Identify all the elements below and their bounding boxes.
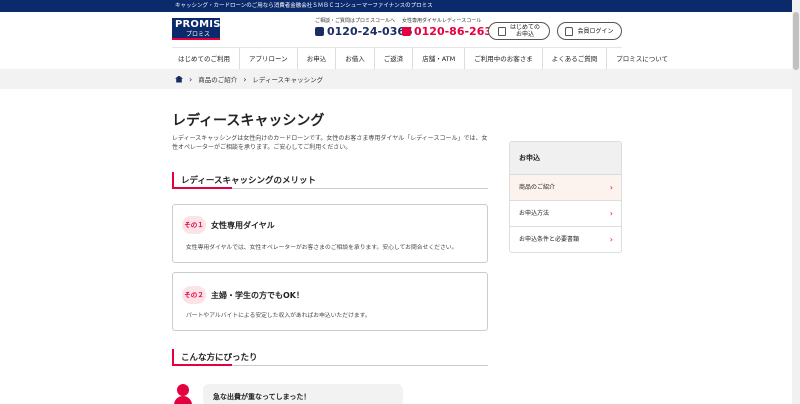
site-header: PROMISE プロミス ご相談・ご質問はプロミスコールへ 0120-24-03… [0,12,800,46]
nav-item-about[interactable]: プロミスについて [606,48,677,70]
avatar-body [174,396,192,404]
sidebar-item-conditions[interactable]: お申込条件と必要書類 › [510,226,621,252]
document-icon [497,26,506,36]
avatar-head [177,384,189,396]
nav-item-store-atm[interactable]: 店舗・ATM [412,48,464,70]
member-login-button[interactable]: 会員ログイン [557,22,622,40]
logo-underline [172,38,220,40]
heading-accent-bar [172,172,174,188]
logo-text-ja: プロミス [186,31,211,38]
section-title-merits: レディースキャッシングのメリット [181,176,316,186]
nav-item-faq[interactable]: よくあるご質問 [541,48,607,70]
sidebar-header: お申込 [510,142,621,174]
ladies-call-caption: 女性専用ダイヤルレディースコール [402,18,482,24]
merit-badge-1: その１ [182,216,206,234]
breadcrumb-item-current: レディースキャッシング [252,76,324,84]
promise-logo[interactable]: PROMISE プロミス [172,18,227,40]
nav-item-apply[interactable]: お申込 [296,48,336,70]
scrollbar-thumb[interactable] [793,12,799,70]
sidebar-item-products[interactable]: 商品のご紹介 › [510,174,621,200]
sidebar-item-label: 商品のご紹介 [519,184,556,191]
member-login-label: 会員ログイン [577,27,614,35]
logo-text-en: PROMISE [175,19,228,30]
chevron-right-icon: › [243,74,247,84]
merit-body-1: 女性専用ダイヤルでは、女性オペレーターがお客さまのご相談を承ります。安心してお問… [186,245,458,251]
section-heading-merits: レディースキャッシングのメリット [172,172,488,189]
first-apply-label: はじめての お申込 [509,24,540,38]
nav-item-current-users[interactable]: ご利用中のお客さま [464,48,542,70]
ladies-call-contact: 女性専用ダイヤルレディースコール 0120-86-2634 [402,18,500,38]
nav-item-borrow[interactable]: お借入 [335,48,374,70]
divider-accent [172,187,232,189]
sidebar-item-label: お申込方法 [519,210,550,217]
top-announcement-text: キャッシング・カードローンのご用なら消費者金融会社ＳＭＢＣコンシューマーファイナ… [175,3,433,9]
merit-card-1: その１ 女性専用ダイヤル 女性専用ダイヤルでは、女性オペレーターがお客さまのご相… [172,204,488,263]
divider-accent [172,364,232,366]
nav-item-app-loan[interactable]: アプリローン [239,48,297,70]
lock-icon [565,26,574,36]
merit-card-2: その２ 主婦・学生の方でもOK！ パートやアルバイトによる安定した収入があればお… [172,272,488,331]
first-apply-button[interactable]: はじめての お申込 [488,22,550,40]
promise-call-number-text: 0120-24-0365 [327,25,413,38]
chevron-right-icon: › [189,74,193,84]
promise-call-number[interactable]: 0120-24-0365 [315,25,413,38]
woman-avatar-icon [172,384,194,404]
speech-bubble-1: 急な出費が重なってしまった！ [203,384,403,404]
top-announcement-bar: キャッシング・カードローンのご用なら消費者金融会社ＳＭＢＣコンシューマーファイナ… [0,0,800,12]
nav-item-repay[interactable]: ご返済 [373,48,413,70]
sidebar-item-apply-method[interactable]: お申込方法 › [510,200,621,226]
merit-badge-2: その２ [182,286,206,304]
breadcrumb-item-products[interactable]: 商品のご紹介 [198,74,237,84]
chevron-right-icon: › [609,209,613,218]
home-icon[interactable] [175,75,183,83]
intro-text: レディースキャッシングは女性向けのカードローンです。女性のお客さま専用ダイヤル「… [172,135,488,151]
ladies-call-number[interactable]: 0120-86-2634 [402,25,500,38]
phone-icon [315,27,324,36]
promise-call-caption: ご相談・ご質問はプロミスコールへ [315,18,396,24]
global-nav: はじめてのご利用 アプリローン お申込 お借入 ご返済 店舗・ATM ご利用中の… [172,47,668,70]
breadcrumb: › 商品のご紹介 › レディースキャッシング [175,69,323,89]
phone-icon [402,27,411,36]
page-title: レディースキャッシング [172,113,325,129]
chevron-right-icon: › [609,183,613,192]
merit-title-2: 主婦・学生の方でもOK！ [211,291,304,300]
vertical-scrollbar[interactable] [792,0,800,404]
chevron-right-icon: › [609,235,613,244]
section-heading-suited: こんな方にぴったり [172,349,488,366]
promise-call-contact: ご相談・ご質問はプロミスコールへ 0120-24-0365 [315,18,413,38]
heading-accent-bar [172,349,174,365]
merit-title-1: 女性専用ダイヤル [211,221,275,230]
sidebar-item-label: お申込条件と必要書類 [519,236,580,243]
section-title-suited: こんな方にぴったり [181,353,258,363]
sidebar-menu: お申込 商品のご紹介 › お申込方法 › お申込条件と必要書類 › [509,141,622,253]
merit-body-2: パートやアルバイトによる安定した収入があればお申込いただけます。 [186,313,371,319]
breadcrumb-bar: › 商品のご紹介 › レディースキャッシング [0,69,800,89]
nav-item-first-use[interactable]: はじめてのご利用 [172,48,239,70]
ladies-call-number-text: 0120-86-2634 [414,25,500,38]
